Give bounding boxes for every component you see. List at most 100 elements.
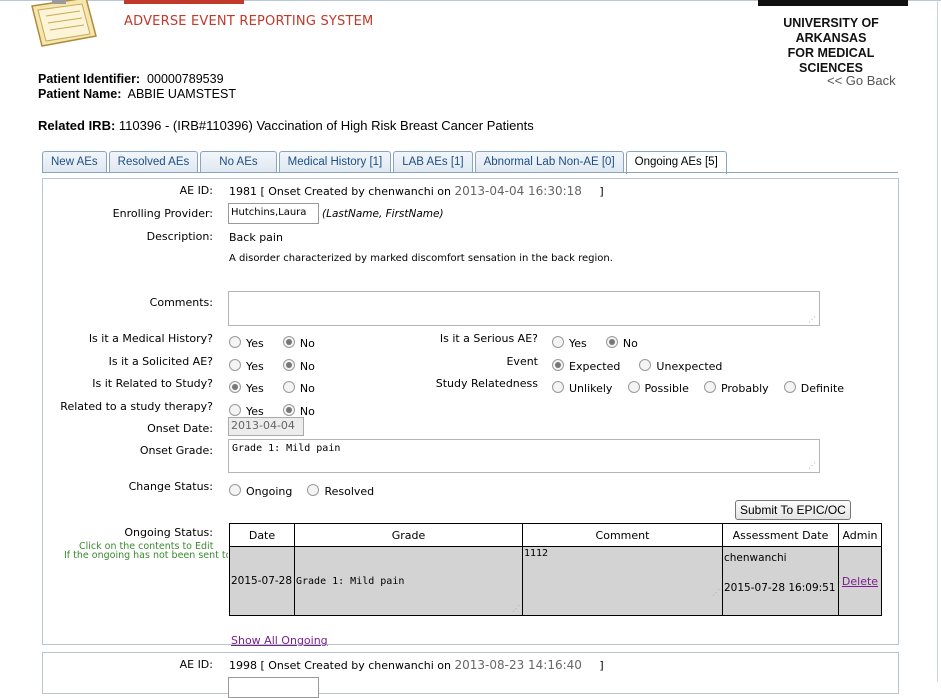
tab-new-aes[interactable]: New AEs: [42, 151, 107, 172]
probably-label: Probably: [720, 382, 769, 395]
system-name: ADVERSE EVENT REPORTING SYSTEM: [124, 14, 374, 29]
change-status-options: Ongoing Resolved: [229, 480, 388, 499]
definite-radio[interactable]: [783, 381, 796, 393]
medical-history-no-radio[interactable]: [282, 336, 295, 348]
tab-underline: [42, 172, 898, 173]
tab-resolved-aes[interactable]: Resolved AEs: [108, 151, 199, 172]
row-assessment: chenwanchi 2015-07-28 16:09:51: [722, 546, 839, 616]
medical-history-no-label: No: [299, 337, 315, 350]
row-date[interactable]: 2015-07-28: [229, 546, 295, 616]
related-study-label: Is it Related to Study?: [92, 377, 213, 390]
edit-hint-line-2: If the ongoing has not been sent to: [64, 550, 228, 561]
comments-label: Comments:: [149, 296, 213, 309]
col-date: Date: [229, 523, 295, 547]
therapy-no-radio[interactable]: [282, 404, 295, 416]
table-row: 2015-07-28 Grade 1: Mild pain ⋰ 1112 ⋰ c…: [229, 546, 882, 616]
aers-wordmark: [124, 0, 244, 4]
related-yes-label: Yes: [246, 382, 264, 395]
ae2-id-line: 1998 [ Onset Created by chenwanchi on 20…: [229, 658, 604, 672]
show-all-ongoing-link[interactable]: Show All Ongoing: [231, 634, 328, 647]
description-label: Description:: [146, 230, 213, 243]
solicited-label: Is it a Solicited AE?: [108, 355, 213, 368]
event-label: Event: [506, 355, 538, 368]
ae2-provider-input[interactable]: [228, 677, 319, 698]
resize-grip-icon[interactable]: ⋰: [808, 316, 816, 324]
ae-tabs: New AEs Resolved AEs No AEs Medical Hist…: [42, 151, 729, 174]
patient-id-value: 00000789539: [147, 72, 224, 86]
unlikely-label: Unlikely: [569, 382, 613, 395]
event-options: Expected Unexpected: [552, 355, 736, 374]
tab-medical-history[interactable]: Medical History [1]: [278, 151, 392, 172]
ae2-id-value: 1998 [ Onset Created by chenwanchi on: [229, 659, 451, 672]
ae2-id-label: AE ID:: [179, 658, 213, 671]
university-name: UNIVERSITY OF ARKANSAS FOR MEDICAL SCIEN…: [756, 16, 906, 76]
aers-logo: [22, 0, 112, 48]
enrolling-provider-label: Enrolling Provider:: [112, 207, 213, 220]
go-back-link[interactable]: << Go Back: [827, 73, 896, 88]
irb-label: Related IRB:: [38, 118, 116, 133]
ae-created-at: 2013-04-04 16:30:18: [454, 184, 582, 198]
row-comment-text: 1112: [524, 548, 549, 559]
ae2-created-at: 2013-08-23 14:16:40: [454, 658, 582, 672]
solicited-no-radio[interactable]: [282, 359, 295, 371]
serious-no-label: No: [622, 337, 638, 350]
medical-history-options: Yes No: [229, 332, 329, 351]
serious-ae-label: Is it a Serious AE?: [439, 332, 538, 345]
ongoing-radio[interactable]: [229, 484, 241, 496]
provider-format-hint: (LastName, FirstName): [322, 208, 444, 220]
expected-label: Expected: [569, 360, 621, 373]
probably-radio[interactable]: [703, 381, 716, 393]
university-line-1: UNIVERSITY OF ARKANSAS: [783, 16, 879, 45]
related-study-options: Yes No: [229, 377, 329, 396]
serious-no-radio[interactable]: [605, 336, 618, 348]
related-no-label: No: [299, 382, 315, 395]
ongoing-status-table: Date Grade Comment Assessment Date Admin…: [229, 523, 882, 616]
patient-id-label: Patient Identifier:: [38, 72, 141, 86]
unlikely-radio[interactable]: [552, 381, 564, 393]
solicited-yes-label: Yes: [246, 360, 264, 373]
solicited-no-label: No: [299, 360, 315, 373]
onset-grade-textarea[interactable]: Grade 1: Mild pain: [228, 439, 820, 473]
expected-radio[interactable]: [552, 359, 564, 371]
tab-no-aes[interactable]: No AEs: [200, 151, 277, 172]
tab-ongoing-aes[interactable]: Ongoing AEs [5]: [625, 151, 727, 174]
tab-abnormal-lab[interactable]: Abnormal Lab Non-AE [0]: [474, 151, 624, 172]
unexpected-radio[interactable]: [639, 359, 652, 371]
row-grade[interactable]: Grade 1: Mild pain ⋰: [294, 546, 523, 616]
ongoing-label: Ongoing: [246, 485, 293, 498]
comments-textarea[interactable]: [228, 291, 820, 326]
solicited-yes-radio[interactable]: [229, 359, 241, 371]
patient-name-label: Patient Name:: [38, 87, 122, 101]
change-status-label: Change Status:: [128, 480, 213, 493]
submit-epic-oc-button[interactable]: Submit To EPIC/OC: [735, 500, 851, 520]
medical-history-yes-radio[interactable]: [229, 336, 241, 348]
delete-link[interactable]: Delete: [842, 575, 878, 588]
row-grade-text: Grade 1: Mild pain: [296, 575, 405, 587]
patient-name-value: ABBIE UAMSTEST: [127, 87, 236, 101]
show-all-ongoing-wrap: Show All Ongoing: [231, 629, 328, 648]
study-relatedness-label: Study Relatedness: [435, 377, 538, 390]
ongoing-status-label: Ongoing Status:: [124, 526, 213, 539]
tab-lab-aes[interactable]: LAB AEs [1]: [393, 151, 473, 172]
serious-yes-label: Yes: [569, 337, 587, 350]
therapy-yes-radio[interactable]: [229, 404, 241, 416]
onset-date-label: Onset Date:: [147, 422, 213, 435]
resolved-radio[interactable]: [307, 484, 320, 496]
possible-radio[interactable]: [627, 381, 640, 393]
resize-grip-icon[interactable]: ⋰: [512, 605, 520, 613]
row-comment[interactable]: 1112 ⋰: [522, 546, 723, 616]
onset-date-input[interactable]: 2013-04-04: [228, 417, 304, 436]
resize-grip-icon[interactable]: ⋰: [712, 589, 720, 597]
serious-yes-radio[interactable]: [552, 336, 564, 348]
related-yes-radio[interactable]: [229, 381, 241, 393]
description-value: Back pain: [229, 231, 283, 244]
ae-id-close: ]: [599, 185, 604, 198]
possible-label: Possible: [644, 382, 689, 395]
medical-history-label: Is it a Medical History?: [88, 332, 213, 345]
row-admin: Delete: [838, 546, 882, 616]
study-relatedness-options: Unlikely Possible Probably Definite: [552, 377, 844, 396]
resize-grip-icon[interactable]: ⋰: [808, 462, 816, 470]
enrolling-provider-input[interactable]: Hutchins,Laura: [228, 203, 319, 224]
related-no-radio[interactable]: [282, 381, 295, 393]
description-detail: A disorder characterized by marked disco…: [229, 253, 613, 264]
